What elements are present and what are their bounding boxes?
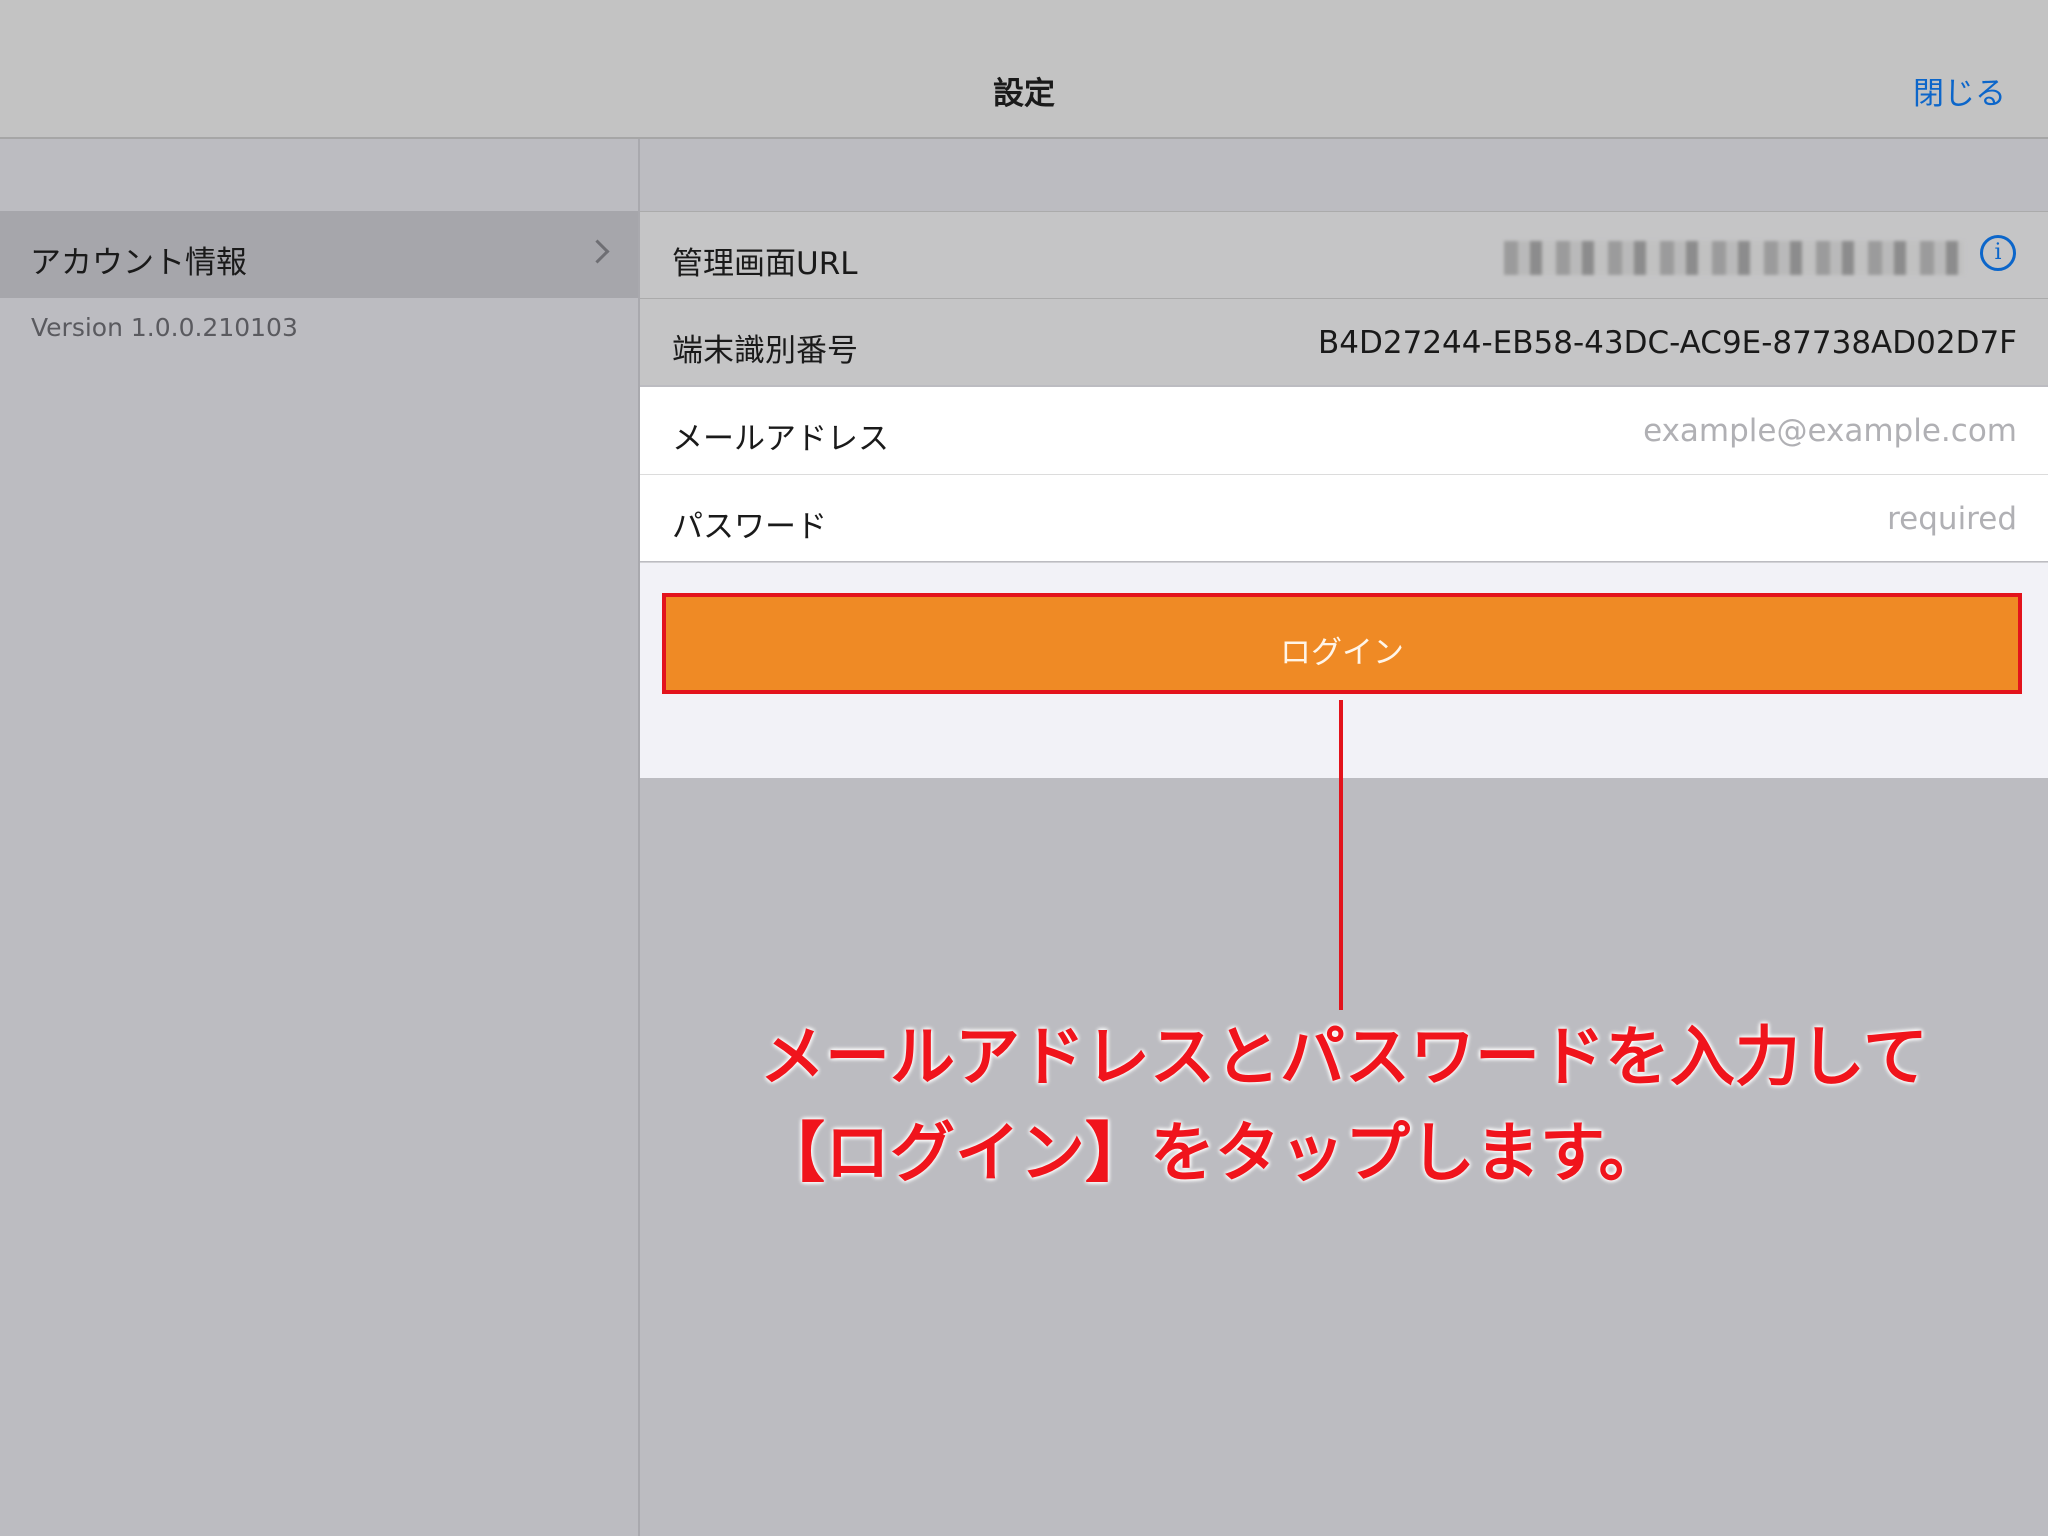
chevron-right-icon: [585, 239, 610, 264]
sidebar-item-label: アカウント情報: [30, 245, 247, 281]
annotation-line-2: 【ログイン】をタップします。: [760, 1116, 1664, 1191]
admin-url-label: 管理画面URL: [672, 246, 858, 282]
sidebar: アカウント情報 Version 1.0.0.210103: [0, 139, 640, 1536]
annotation-callout-text: メールアドレスとパスワードを入力して 【ログイン】をタップします。: [760, 1010, 2000, 1202]
password-label: パスワード: [672, 509, 827, 545]
login-button-area: ログイン: [640, 562, 2048, 778]
login-button-label: ログイン: [1280, 635, 1404, 671]
device-id-label: 端末識別番号: [672, 333, 858, 369]
password-row[interactable]: パスワード required: [640, 474, 2048, 561]
login-button[interactable]: ログイン: [662, 593, 2022, 694]
password-field[interactable]: required: [1887, 501, 2017, 537]
close-button[interactable]: 閉じる: [1913, 68, 2006, 113]
device-id-value: B4D27244-EB58-43DC-AC9E-87738AD02D7F: [1318, 325, 2017, 361]
email-row[interactable]: メールアドレス example@example.com: [640, 387, 2048, 474]
annotation-callout-line: [1339, 700, 1343, 1010]
sidebar-item-account-info[interactable]: アカウント情報: [0, 211, 638, 298]
admin-url-value-blurred: [1504, 241, 1964, 275]
device-id-row: 端末識別番号 B4D27244-EB58-43DC-AC9E-87738AD02…: [640, 298, 2048, 385]
info-icon[interactable]: i: [1980, 235, 2016, 271]
admin-url-row: 管理画面URL i: [640, 211, 2048, 298]
email-field[interactable]: example@example.com: [1643, 413, 2017, 449]
version-label: Version 1.0.0.210103: [31, 313, 298, 342]
email-label: メールアドレス: [672, 421, 889, 457]
navigation-bar: 設定 閉じる: [0, 0, 2048, 139]
annotation-line-1: メールアドレスとパスワードを入力して: [760, 1020, 1929, 1095]
page-title: 設定: [993, 76, 1055, 112]
detail-pane: 管理画面URL i 端末識別番号 B4D27244-EB58-43DC-AC9E…: [640, 139, 2048, 1536]
